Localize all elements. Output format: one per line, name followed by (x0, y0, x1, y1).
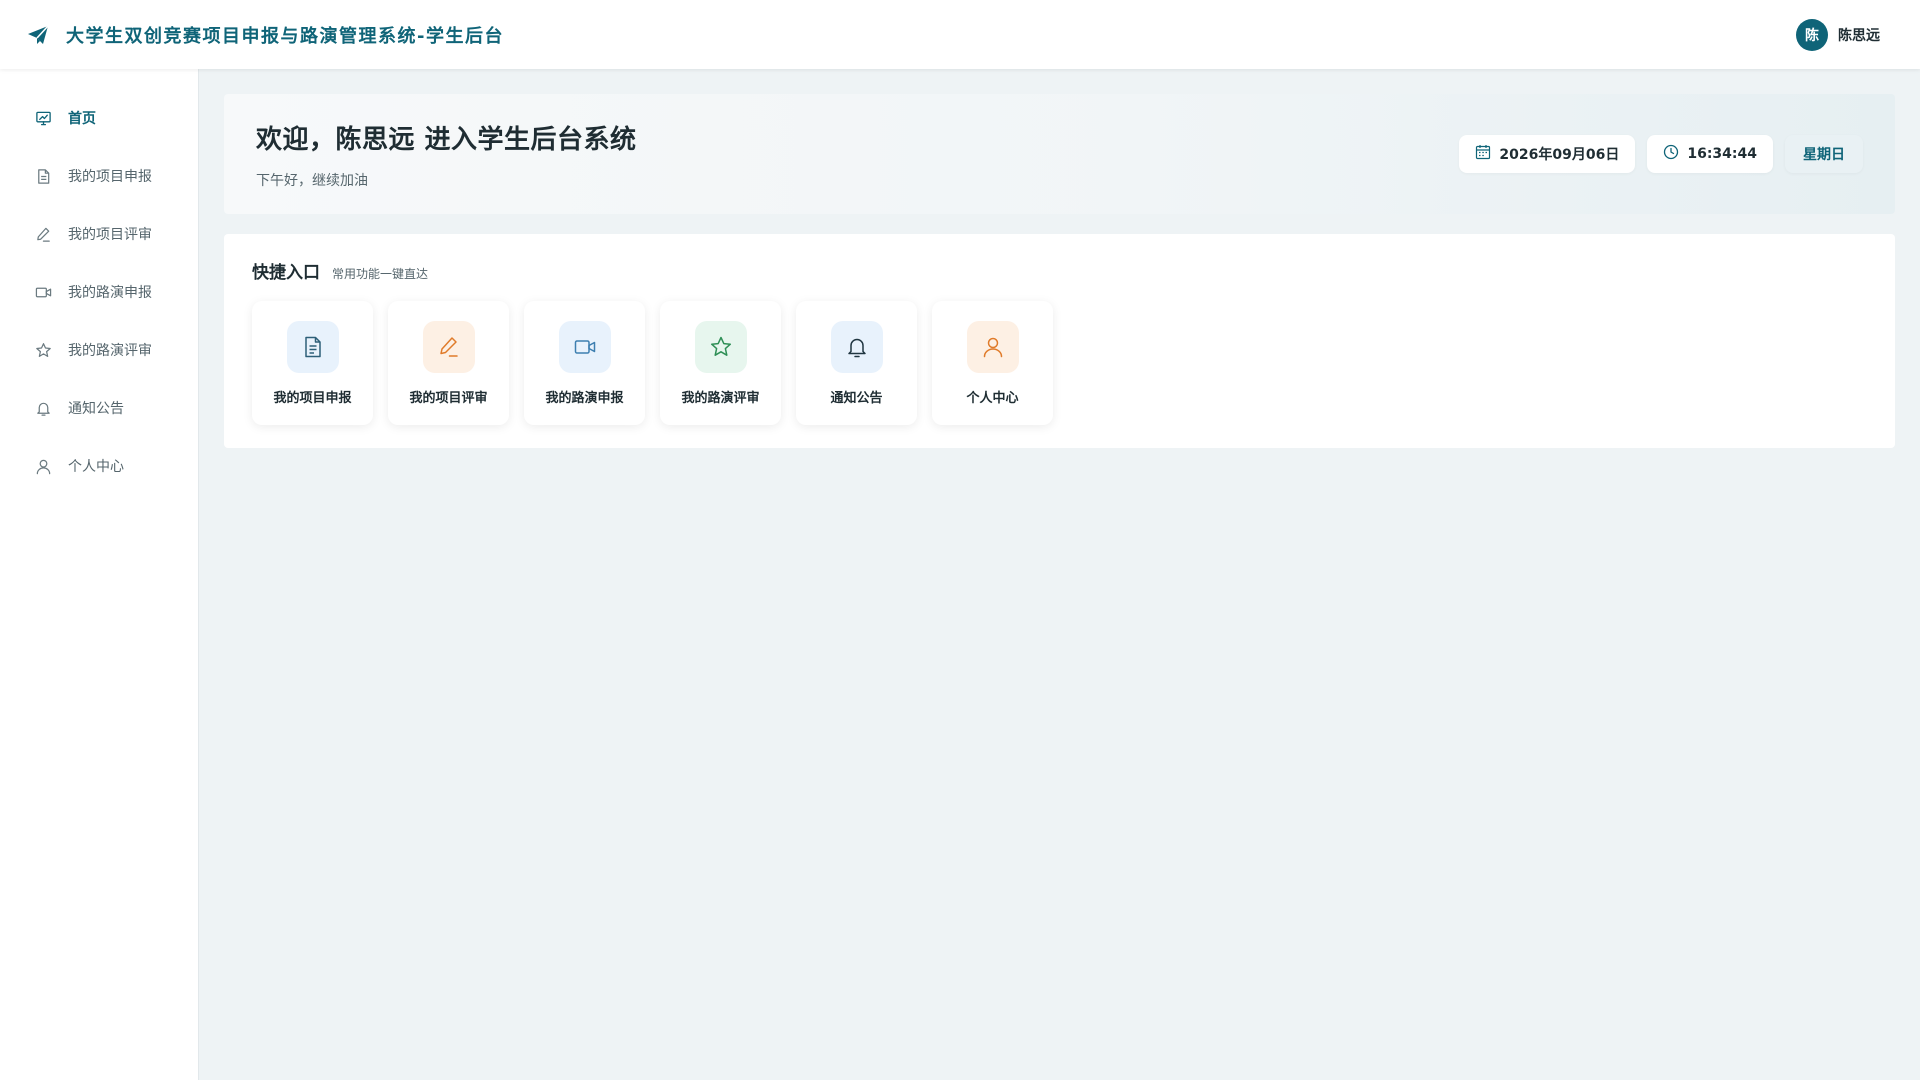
sidebar-item-notices[interactable]: 通知公告 (0, 379, 198, 437)
sidebar-item-roadshow-application[interactable]: 我的路演申报 (0, 263, 198, 321)
quick-card-project-application[interactable]: 我的项目申报 (252, 301, 373, 425)
document-icon (34, 167, 52, 185)
quick-access-subtitle: 常用功能一键直达 (332, 267, 429, 281)
bell-icon (34, 399, 52, 417)
weekday-chip: 星期日 (1785, 135, 1863, 173)
sidebar-item-project-review[interactable]: 我的项目评审 (0, 205, 198, 263)
quick-access-cards: 我的项目申报 我的项目评审 我的路演申报 我的路演评审 通知公告 个人中心 (252, 301, 1867, 425)
card-label: 我的项目申报 (273, 391, 352, 406)
quick-card-profile[interactable]: 个人中心 (932, 301, 1053, 425)
sidebar: 首页 我的项目申报 我的项目评审 我的路演申报 我的路演评审 通知公告 个人中心 (0, 69, 199, 1080)
user-icon (34, 457, 52, 475)
date-value: 2026年09月06日 (1499, 147, 1620, 163)
calendar-icon (1475, 144, 1491, 164)
sidebar-item-home[interactable]: 首页 (0, 89, 198, 147)
star-icon (694, 321, 747, 373)
welcome-banner: 欢迎，陈思远 进入学生后台系统 下午好，继续加油 2026年09月06日 16:… (224, 94, 1895, 214)
time-value: 16:34:44 (1687, 146, 1757, 162)
quick-card-roadshow-review[interactable]: 我的路演评审 (660, 301, 781, 425)
video-camera-icon (34, 283, 52, 301)
welcome-title: 欢迎，陈思远 进入学生后台系统 (256, 124, 637, 155)
quick-card-roadshow-application[interactable]: 我的路演申报 (524, 301, 645, 425)
welcome-subtitle: 下午好，继续加油 (256, 172, 368, 189)
clock-icon (1663, 144, 1679, 164)
document-icon (286, 321, 339, 373)
quick-card-notices[interactable]: 通知公告 (796, 301, 917, 425)
quick-access-header: 快捷入口 常用功能一键直达 (252, 258, 1867, 283)
card-label: 我的项目评审 (409, 391, 488, 406)
date-chip: 2026年09月06日 (1459, 135, 1636, 173)
date-time-group: 2026年09月06日 16:34:44 星期日 (1459, 135, 1863, 173)
card-label: 我的路演评审 (681, 391, 760, 406)
sidebar-item-label: 通知公告 (68, 401, 124, 417)
sidebar-item-label: 个人中心 (68, 459, 124, 475)
dashboard-chart-icon (34, 109, 52, 127)
user-menu[interactable]: 陈 陈思远 (1796, 18, 1880, 51)
pen-icon (34, 225, 52, 243)
sidebar-item-roadshow-review[interactable]: 我的路演评审 (0, 321, 198, 379)
top-header: 大学生双创竞赛项目申报与路演管理系统-学生后台 陈 陈思远 (0, 0, 1920, 69)
quick-access-panel: 快捷入口 常用功能一键直达 我的项目申报 我的项目评审 我的路演申报 我的路演评… (224, 234, 1895, 448)
app-title: 大学生双创竞赛项目申报与路演管理系统-学生后台 (66, 25, 504, 47)
welcome-text: 欢迎，陈思远 进入学生后台系统 下午好，继续加油 (256, 119, 637, 190)
card-label: 通知公告 (830, 391, 883, 406)
sidebar-item-label: 首页 (68, 111, 96, 127)
quick-access-title: 快捷入口 (252, 263, 320, 283)
bell-icon (830, 321, 883, 373)
sidebar-item-label: 我的项目申报 (68, 169, 152, 185)
avatar[interactable]: 陈 (1796, 18, 1828, 51)
brand: 大学生双创竞赛项目申报与路演管理系统-学生后台 (24, 21, 504, 49)
sidebar-item-label: 我的项目评审 (68, 227, 152, 243)
video-camera-icon (558, 321, 611, 373)
sidebar-item-label: 我的路演评审 (68, 343, 152, 359)
sidebar-item-project-application[interactable]: 我的项目申报 (0, 147, 198, 205)
paper-plane-icon (24, 21, 52, 49)
star-icon (34, 341, 52, 359)
card-label: 我的路演申报 (545, 391, 624, 406)
sidebar-item-label: 我的路演申报 (68, 285, 152, 301)
card-label: 个人中心 (966, 391, 1019, 406)
time-chip: 16:34:44 (1647, 135, 1773, 173)
user-icon (966, 321, 1019, 373)
pen-icon (422, 321, 475, 373)
quick-card-project-review[interactable]: 我的项目评审 (388, 301, 509, 425)
user-name[interactable]: 陈思远 (1838, 25, 1880, 45)
sidebar-item-profile[interactable]: 个人中心 (0, 437, 198, 495)
weekday-value: 星期日 (1803, 147, 1845, 163)
